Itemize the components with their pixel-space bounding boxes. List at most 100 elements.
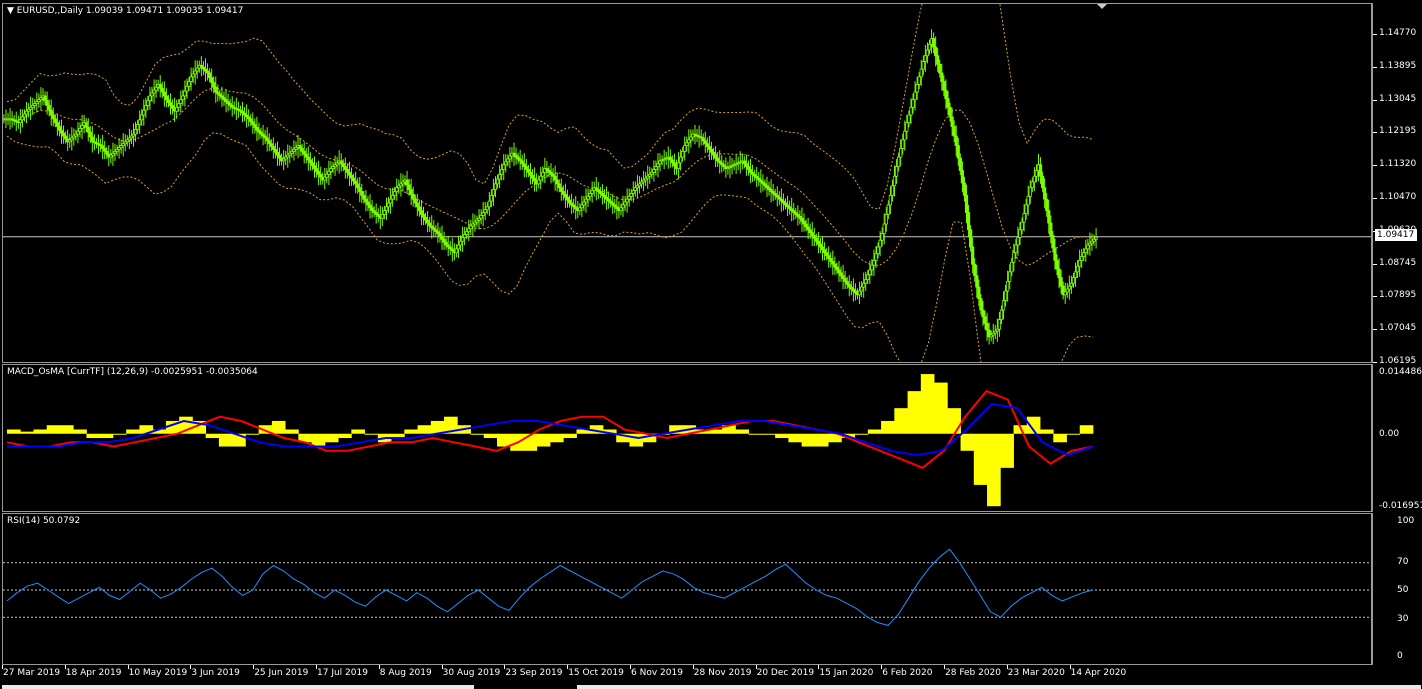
price-pane[interactable]: ▼ EURUSD,,Daily 1.09039 1.09471 1.09035 … <box>2 3 1372 363</box>
candle-body <box>442 238 446 243</box>
candle-body <box>584 198 588 203</box>
candle-body <box>942 81 946 91</box>
candle-body <box>312 165 317 169</box>
candle-body <box>349 174 354 179</box>
candle-body <box>668 156 672 161</box>
candle-body <box>952 126 956 137</box>
candle-body <box>1020 221 1024 231</box>
candle-body <box>938 63 942 74</box>
candle-body <box>553 175 557 181</box>
candle-body <box>818 243 823 248</box>
macd-level-label: 0.00 <box>1379 429 1400 439</box>
candle-body <box>880 233 884 241</box>
candle-body <box>57 126 62 131</box>
candle-body <box>713 154 718 159</box>
date-label: 10 May 2019 <box>128 668 188 678</box>
candle-body <box>154 86 158 91</box>
candle-body <box>325 173 329 178</box>
candle-body <box>458 240 463 246</box>
chart-tab-2[interactable] <box>577 685 1421 689</box>
osma-bar <box>311 433 326 447</box>
candle-body <box>508 155 512 160</box>
candle-body <box>498 173 502 180</box>
candle-body <box>1051 235 1055 249</box>
candle-body <box>862 282 866 288</box>
osma-bar <box>854 433 869 435</box>
candle-body <box>927 43 932 51</box>
candle-body <box>981 309 985 318</box>
candle-body <box>53 118 57 124</box>
candle-body <box>105 150 109 155</box>
candle-body <box>884 214 888 225</box>
candle-body <box>170 105 175 109</box>
price-tick <box>1373 362 1377 363</box>
candle-body <box>388 198 393 204</box>
candle-body <box>822 249 827 254</box>
osma-bar <box>748 433 763 435</box>
candle-body <box>958 157 962 171</box>
candle-body <box>319 173 323 178</box>
candle-body <box>356 183 360 189</box>
candle-body <box>177 103 181 108</box>
candle-body <box>711 151 716 156</box>
candle-body <box>882 223 886 234</box>
candle-body <box>541 171 545 177</box>
candle-body <box>1032 175 1036 183</box>
date-label: 25 Jun 2019 <box>254 668 309 678</box>
collapse-triangle-icon[interactable]: ▼ <box>7 6 14 16</box>
candle-body <box>343 166 347 170</box>
candle-body <box>590 190 594 194</box>
osma-bar <box>218 433 233 447</box>
candle-body <box>341 163 345 168</box>
candle-body <box>705 143 709 147</box>
candle-body <box>84 122 88 128</box>
candle-body <box>1034 170 1039 177</box>
candle-body <box>559 187 563 192</box>
rsi-pane[interactable]: RSI(14) 50.0792 <box>2 513 1372 665</box>
rsi-level-label: 100 <box>1397 516 1415 526</box>
osma-bar <box>987 433 1001 507</box>
band-lower <box>6 132 1094 362</box>
rsi-scale[interactable]: 100 70 50 30 0 <box>1372 513 1422 665</box>
osma-bar <box>1000 433 1014 468</box>
candle-body <box>530 174 535 179</box>
osma-bar <box>550 433 564 443</box>
price-scale[interactable]: 1.14770 1.13895 1.13045 1.12195 1.11320 1.104… <box>1372 3 1422 366</box>
price-level-label: 1.14770 <box>1379 28 1417 38</box>
candle-body <box>907 114 911 124</box>
osma-bar <box>867 429 882 434</box>
candle-body <box>314 168 319 172</box>
candle-body <box>467 228 471 233</box>
osma-bar <box>59 425 74 434</box>
candle-body <box>820 246 825 251</box>
candle-body <box>423 216 428 221</box>
candle-body <box>701 137 705 142</box>
price-tick <box>1373 165 1377 167</box>
candle-body <box>300 148 304 152</box>
date-label: 6 Feb 2020 <box>882 668 933 678</box>
candle-body <box>950 116 954 127</box>
candle-body <box>703 140 707 145</box>
candle-body <box>897 156 901 168</box>
date-label: 14 Apr 2020 <box>1070 668 1127 678</box>
osma-bar <box>497 433 511 447</box>
price-level-label: 1.13895 <box>1379 60 1417 71</box>
candle-body <box>524 166 528 170</box>
candle-body <box>1001 300 1006 311</box>
candle-body <box>997 319 1002 330</box>
macd-scale[interactable]: 0.0144864 0.00 -0.0169518 <box>1372 364 1422 512</box>
candle-body <box>152 89 156 94</box>
candle-body <box>903 130 907 141</box>
candle-body <box>271 146 275 150</box>
candle-body <box>347 171 352 176</box>
candle-body <box>78 127 82 132</box>
candle-body <box>709 149 714 153</box>
macd-pane[interactable]: MACD_OsMA [CurrTF] (12,26,9) -0.0025951 … <box>2 364 1372 512</box>
candle-body <box>465 231 469 235</box>
candle-body <box>685 142 689 147</box>
candle-body <box>491 189 496 196</box>
candle-body <box>339 160 343 165</box>
band-mid <box>6 87 1094 267</box>
candle-body <box>358 187 362 192</box>
chart-tab-1[interactable] <box>2 685 474 689</box>
